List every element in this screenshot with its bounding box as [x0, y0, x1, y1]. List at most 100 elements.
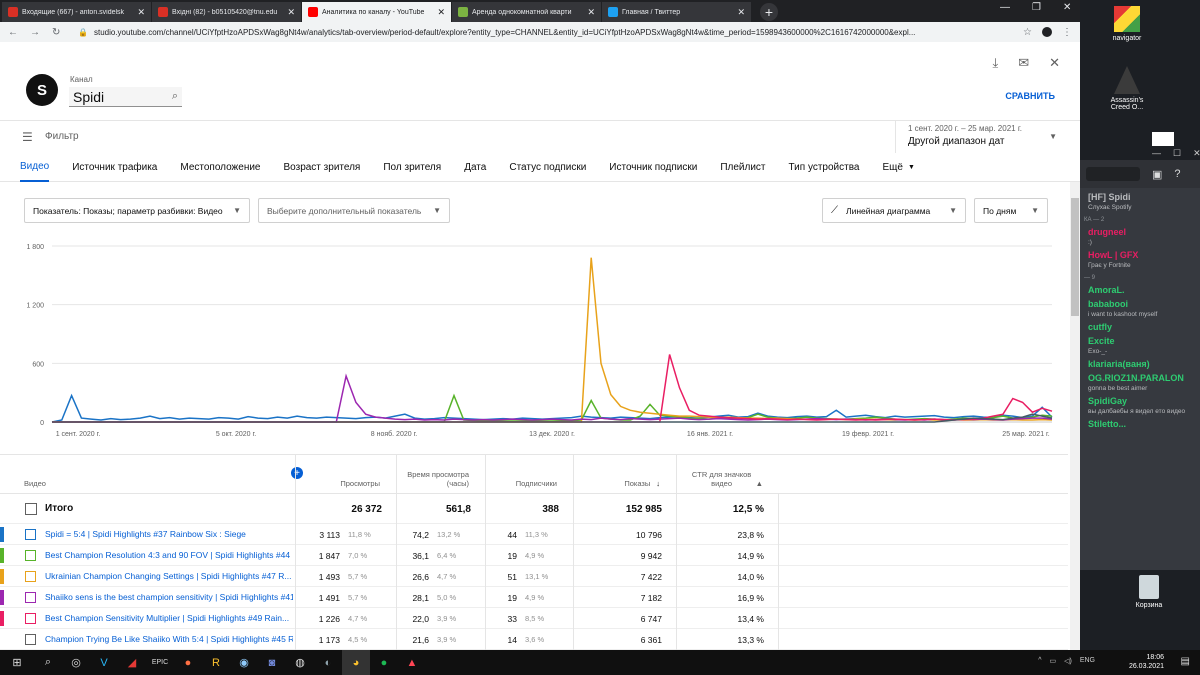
tab-9[interactable]: Тип устройства [789, 154, 860, 182]
browser-tab[interactable]: Аренда однокомнатной кварти ✕ [452, 2, 602, 22]
column-header-views[interactable]: Просмотры [295, 455, 396, 495]
discord-icon[interactable]: ◙ [258, 650, 286, 675]
browser-tab[interactable]: Входящие (667) - anton.svidelsk ✕ [2, 2, 152, 22]
tab-3[interactable]: Возраст зрителя [283, 154, 360, 182]
spotify-icon[interactable]: ● [370, 650, 398, 675]
table-row[interactable]: Best Champion Sensitivity Multiplier | S… [0, 608, 1068, 629]
member-item[interactable]: cutfly [1080, 322, 1200, 332]
table-row[interactable]: Shaiiko sens is the best champion sensit… [0, 587, 1068, 608]
reload-icon[interactable]: ↻ [52, 27, 60, 38]
maximize-icon[interactable]: ❐ [1032, 2, 1041, 13]
valorant-icon[interactable]: ▲ [398, 650, 426, 675]
epic-games-icon[interactable]: EPIC [146, 650, 174, 675]
tab-0[interactable]: Видео [20, 154, 50, 182]
column-header-ctr[interactable]: CTR для значков видео ▲ [676, 455, 779, 495]
extension-icon[interactable] [1042, 26, 1052, 37]
close-icon[interactable]: ✕ [1193, 148, 1200, 159]
row-checkbox[interactable] [25, 550, 36, 561]
forward-icon[interactable]: → [30, 27, 40, 38]
chrome-icon[interactable]: ◕ [342, 650, 370, 675]
member-item[interactable]: AmoraL. [1080, 285, 1200, 295]
menu-dots-icon[interactable]: ⋮ [1062, 27, 1072, 38]
tab-close-icon[interactable]: ✕ [587, 7, 595, 18]
help-icon[interactable]: ? [1174, 168, 1180, 180]
video-title-link[interactable]: Best Champion Sensitivity Multiplier | S… [45, 613, 293, 623]
obs-icon[interactable]: ◍ [286, 650, 314, 675]
video-title-link[interactable]: Champion Trying Be Like Shaiiko With 5:4… [45, 634, 293, 644]
tab-6[interactable]: Статус подписки [509, 154, 586, 182]
member-item[interactable]: drugneel:) [1080, 227, 1200, 246]
row-checkbox[interactable] [25, 613, 36, 624]
clock[interactable]: 18:06 26.03.2021 [1129, 653, 1164, 671]
page-scrollbar[interactable] [1070, 182, 1080, 650]
download-icon[interactable]: ⤓ [992, 55, 998, 71]
back-icon[interactable]: ← [8, 27, 18, 38]
scrollbar-thumb[interactable] [1071, 198, 1079, 316]
rockstar-icon[interactable]: R [202, 650, 230, 675]
tab-1[interactable]: Источник трафика [72, 154, 157, 182]
search-icon[interactable]: ⌕ [172, 90, 178, 103]
channel-selector[interactable]: Spidi ⌕ [69, 87, 182, 107]
browser-tab[interactable]: Аналитика по каналу - YouTube ✕ [302, 2, 452, 22]
row-checkbox[interactable] [25, 634, 36, 645]
url-field[interactable]: studio.youtube.com/channel/UCiYfptHzoAPD… [88, 28, 1015, 37]
video-title-link[interactable]: Ukrainian Champion Changing Settings | S… [45, 571, 293, 581]
xbox-icon[interactable]: ◎ [62, 650, 90, 675]
table-row[interactable]: Champion Trying Be Like Shaiiko With 5:4… [0, 629, 1068, 650]
member-item[interactable]: Excite Exo-_- [1080, 336, 1200, 355]
tab-4[interactable]: Пол зрителя [383, 154, 441, 182]
select-all-checkbox[interactable] [25, 503, 37, 515]
search-icon[interactable]: ⌕ [34, 650, 62, 675]
tab-8[interactable]: Плейлист [720, 154, 765, 182]
windows-start-icon[interactable]: ⊞ [0, 650, 34, 675]
video-title-link[interactable]: Shaiiko sens is the best champion sensit… [45, 592, 293, 602]
volume-icon[interactable]: ◁) [1064, 657, 1072, 665]
tab-close-icon[interactable]: ✕ [287, 7, 295, 18]
maximize-icon[interactable]: ☐ [1173, 148, 1181, 159]
video-title-link[interactable]: Best Champion Resolution 4:3 and 90 FOV … [45, 550, 293, 560]
tab-close-icon[interactable]: ✕ [737, 7, 745, 18]
close-icon[interactable]: ✕ [1049, 55, 1060, 71]
tab-2[interactable]: Местоположение [180, 154, 260, 182]
member-item[interactable]: [HF] Spidi Слухає Spotify [1080, 192, 1200, 211]
desktop-icon-navigator[interactable]: navigator [1102, 6, 1152, 42]
language-indicator[interactable]: ENG [1080, 657, 1095, 665]
discord-search-input[interactable] [1086, 167, 1140, 181]
video-title-link[interactable]: Spidi = 5:4 | Spidi Highlights #37 Rainb… [45, 529, 293, 539]
tab-7[interactable]: Источник подписки [609, 154, 697, 182]
column-header-watch-time[interactable]: Время просмотра (часы) [396, 455, 485, 495]
notification-icon[interactable]: ▤ [1181, 656, 1190, 667]
close-window-icon[interactable]: ✕ [1063, 2, 1071, 13]
compare-button[interactable]: СРАВНИТЬ [1005, 91, 1055, 101]
bookmark-star-icon[interactable]: ☆ [1023, 27, 1032, 38]
member-item[interactable]: OG.RIOZ1N.PARALON gonna be best aimer [1080, 373, 1200, 392]
tab-close-icon[interactable]: ✕ [437, 7, 445, 18]
feedback-icon[interactable]: ✉ [1018, 55, 1029, 71]
chart-type-select[interactable]: ⟋ Линейная диаграмма ▼ [822, 198, 966, 223]
column-header-subscribers[interactable]: Подписчики [485, 455, 573, 495]
date-range-picker[interactable]: 1 сент. 2020 г. – 25 мар. 2021 г. Другой… [895, 121, 1065, 153]
row-checkbox[interactable] [25, 529, 36, 540]
row-checkbox[interactable] [25, 571, 36, 582]
table-row[interactable]: Best Champion Resolution 4:3 and 90 FOV … [0, 545, 1068, 566]
extra-metric-select[interactable]: Выберите дополнительный показатель ▼ [258, 198, 450, 223]
row-checkbox[interactable] [25, 592, 36, 603]
tab-10[interactable]: Ещё [882, 154, 902, 182]
minimize-icon[interactable]: — [1000, 2, 1010, 13]
browser-tab[interactable]: Вхідні (82) - b05105420@tnu.edu ✕ [152, 2, 302, 22]
table-row[interactable]: Ukrainian Champion Changing Settings | S… [0, 566, 1068, 587]
minimize-icon[interactable]: — [1152, 148, 1161, 159]
app-v-icon[interactable]: V [90, 650, 118, 675]
app-orange-icon[interactable]: ● [174, 650, 202, 675]
member-item[interactable]: Stiletto... [1080, 419, 1200, 429]
tab-5[interactable]: Дата [464, 154, 486, 182]
chevron-up-icon[interactable]: ^ [1038, 657, 1041, 665]
filter-icon[interactable]: ☰ [22, 130, 33, 144]
browser-tab[interactable]: Главная / Твиттер ✕ [602, 2, 752, 22]
steam-icon[interactable]: ◐ [314, 650, 342, 675]
metric-select[interactable]: Показатель: Показы; параметр разбивки: В… [24, 198, 250, 223]
member-item[interactable]: bababooi i want to kashoot myself [1080, 299, 1200, 318]
app-red-icon[interactable]: ◢ [118, 650, 146, 675]
app-blue-icon[interactable]: ◉ [230, 650, 258, 675]
member-item[interactable]: SpidiGay вы далбаебы я видел ето видео [1080, 396, 1200, 415]
